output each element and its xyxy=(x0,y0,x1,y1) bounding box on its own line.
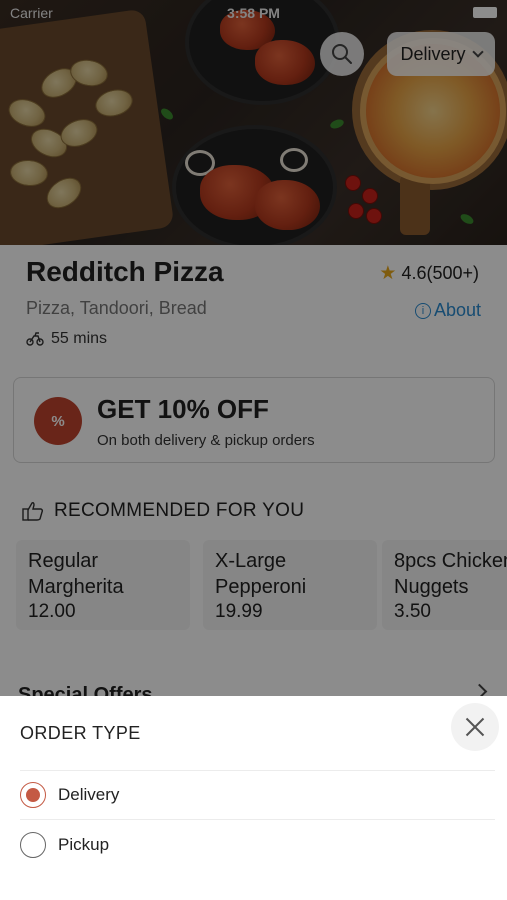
close-button[interactable] xyxy=(451,703,499,751)
sheet-title: ORDER TYPE xyxy=(20,723,141,743)
option-pickup[interactable]: Pickup xyxy=(20,821,495,869)
radio-selected-icon[interactable] xyxy=(20,782,46,808)
option-label: Delivery xyxy=(58,785,120,804)
order-type-sheet: ORDER TYPE Delivery Pickup xyxy=(0,696,507,900)
option-label: Pickup xyxy=(58,835,110,854)
option-delivery[interactable]: Delivery xyxy=(20,771,495,819)
radio-unselected-icon[interactable] xyxy=(20,832,46,858)
divider xyxy=(20,819,495,820)
close-icon xyxy=(464,716,486,738)
